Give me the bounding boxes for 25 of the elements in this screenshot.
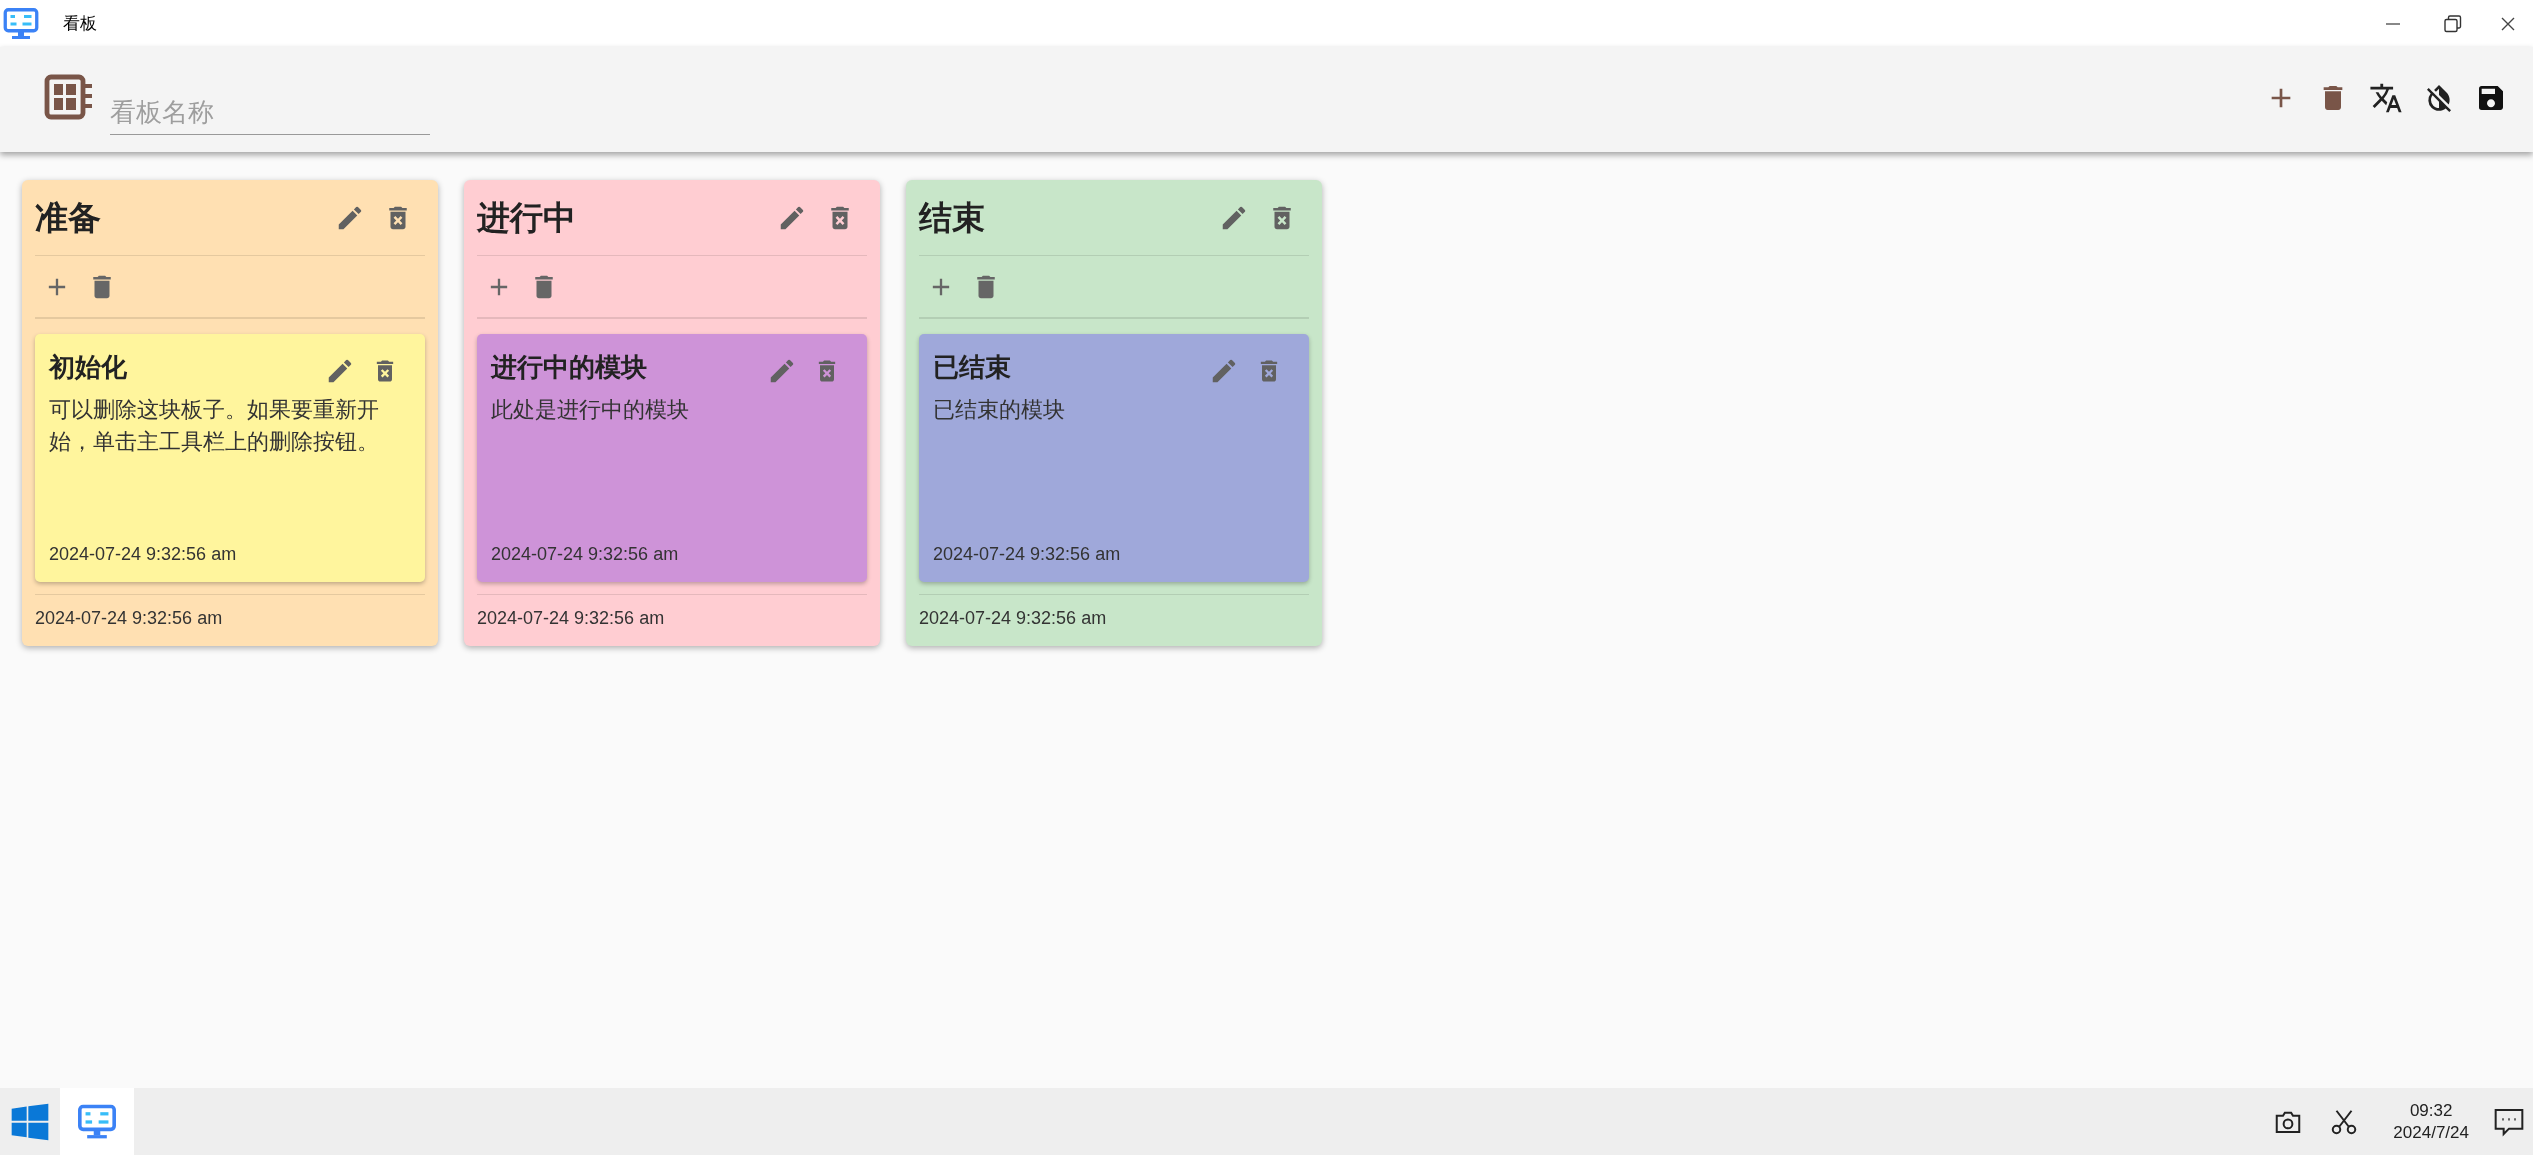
card-description: 已结束的模块 — [933, 396, 1066, 424]
column-title: 准备 — [35, 197, 101, 238]
clock-date: 2024/7/24 — [2393, 1121, 2469, 1144]
column-title: 进行中 — [477, 197, 576, 238]
column-date: 2024-07-24 9:32:56 am — [919, 608, 1107, 628]
card-title: 初始化 — [49, 351, 127, 384]
card-date: 2024-07-24 9:32:56 am — [491, 543, 680, 566]
card-date: 2024-07-24 9:32:56 am — [933, 543, 1122, 566]
window-title: 看板 — [63, 12, 97, 35]
notification-icon[interactable] — [2493, 1106, 2525, 1137]
restore-icon[interactable] — [2443, 13, 2463, 34]
board-name-field[interactable]: 看板名称 — [110, 90, 430, 135]
column-title: 结束 — [919, 197, 985, 238]
column-date: 2024-07-24 9:32:56 am — [35, 608, 223, 628]
card-title: 已结束 — [933, 351, 1011, 384]
taskbar-app-button[interactable] — [60, 1088, 134, 1155]
monitor-icon — [77, 1103, 117, 1140]
card-date: 2024-07-24 9:32:56 am — [49, 543, 238, 566]
card-description: 可以删除这块板子。如果要重新开始，单击主工具栏上的删除按钮。 — [49, 396, 380, 456]
clock-time: 09:32 — [2409, 1099, 2453, 1122]
windows-logo-icon[interactable] — [10, 1101, 50, 1142]
app-icon — [3, 6, 39, 41]
column-date: 2024-07-24 9:32:56 am — [477, 608, 665, 628]
card-title: 进行中的模块 — [491, 351, 647, 384]
card-description: 此处是进行中的模块 — [491, 396, 690, 424]
